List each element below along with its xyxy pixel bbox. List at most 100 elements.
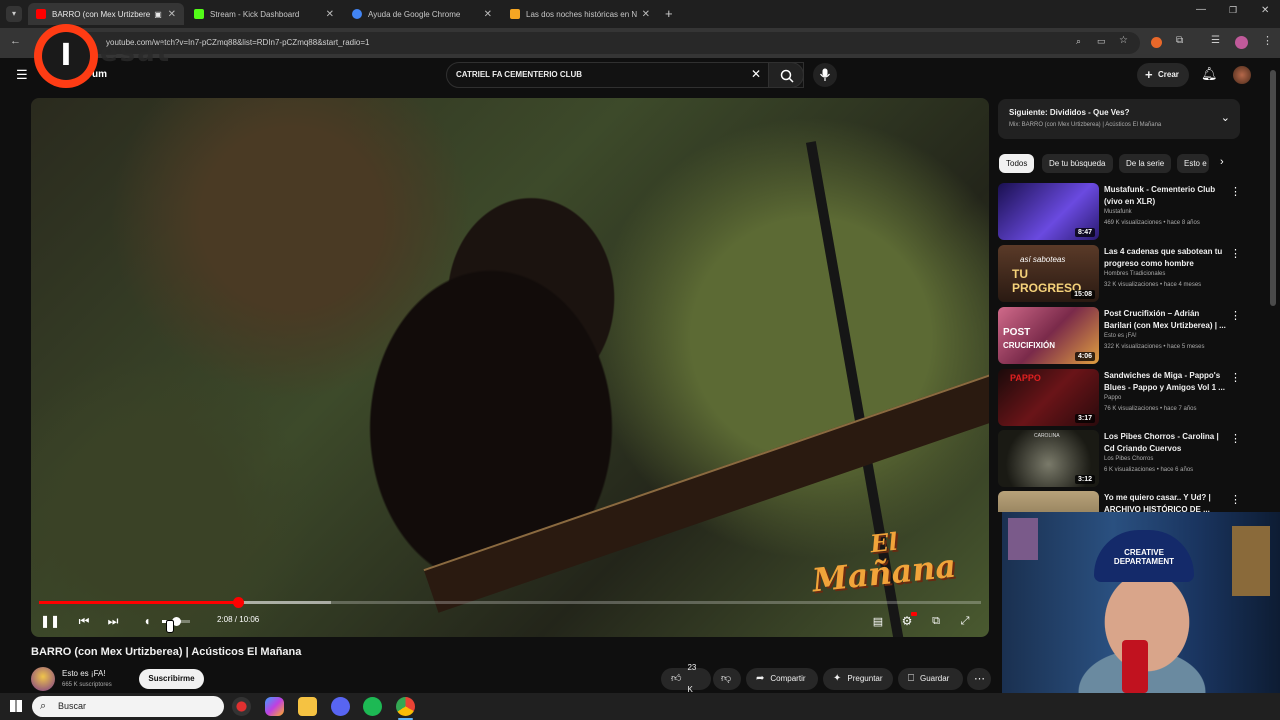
video-thumbnail[interactable]: así saboteas TU PROGRESO 15:08 [998,245,1099,302]
duration-badge: 8:47 [1074,228,1095,237]
reading-list-icon[interactable]: ☰ [1211,35,1220,46]
video-thumbnail[interactable]: POST CRUCIFIXIÓN 4:06 [998,307,1099,364]
pause-icon[interactable]: ❚❚ [40,613,60,629]
taskbar-app-media-icon[interactable] [232,697,251,716]
taskbar-chrome-icon[interactable] [396,697,415,716]
close-tab-icon[interactable]: ✕ [642,9,650,20]
more-options-icon[interactable]: ⋮ [1230,432,1241,445]
tab-youtube[interactable]: BARRO (con Mex Urtizbere ▣ ✕ [28,3,184,25]
taskbar-search-label: Buscar [58,701,87,711]
subscriber-count: 665 K suscriptores [62,682,112,688]
back-icon[interactable]: ← [10,35,21,47]
new-tab-icon[interactable]: + [665,6,673,21]
create-button[interactable]: + Crear [1137,63,1189,87]
fullscreen-icon[interactable]: ⤢ [957,613,973,629]
more-options-icon[interactable]: ⋮ [1230,309,1241,322]
tab-chrome-help[interactable]: Ayuda de Google Chrome ✕ [344,3,500,25]
cap-text-line-2: DEPARTAMENT [1113,557,1175,566]
share-label: Compartir [770,674,806,683]
subtitles-icon[interactable]: ▤ [870,613,886,629]
channel-name[interactable]: Esto es ¡FA! [62,669,106,678]
playlist-next-panel[interactable]: Siguiente: Divididos - Que Ves? Mix: BAR… [998,99,1240,139]
list-item[interactable]: así saboteas TU PROGRESO 15:08 Las 4 cad… [998,245,1243,303]
minimize-icon[interactable]: — [1196,4,1206,15]
list-item[interactable]: Yo me quiero casar.. Y Ud? | ARCHIVO HIS… [998,491,1243,512]
more-actions-button[interactable]: ⋯ [967,668,991,690]
close-window-icon[interactable]: ✕ [1261,5,1269,16]
notifications-bell-icon[interactable]: 🔔︎ [1201,66,1218,82]
video-title: BARRO (con Mex Urtizberea) | Acústicos E… [31,646,302,658]
address-bar[interactable]: youtube.com/watch?v=In7-pCZmq88&list=RDI… [60,32,1140,54]
page-scrollbar[interactable] [1270,70,1276,306]
hamburger-menu-icon[interactable]: ☰ [16,67,28,83]
extension-fox-icon[interactable] [1151,37,1162,48]
close-tab-icon[interactable]: ✕ [484,9,492,20]
browser-toolbar: ← youtube.com/watch?v=In7-pCZmq88&list=R… [0,28,1280,58]
chip-from-search[interactable]: De tu búsqueda [1042,154,1113,173]
video-player[interactable]: El Mañana ❚❚ ⏮︎ ⏭︎ ◖ 2:08 / 10:06 ▤ ⚙ ⧉ … [31,98,989,637]
list-item[interactable]: CAROLINA 3:12 Los Pibes Chorros - Caroli… [998,430,1243,488]
extensions-puzzle-icon[interactable]: ⧉ [1176,35,1183,46]
webcam-poster [1232,526,1270,596]
video-thumbnail[interactable]: 8:47 [998,183,1099,240]
windows-start-icon[interactable] [10,700,22,712]
progress-scrubber-handle[interactable] [232,597,244,608]
maximize-icon[interactable]: ❐ [1229,5,1237,16]
list-item[interactable]: 8:47 Mustafunk - Cementerio Club (vivo e… [998,183,1243,241]
save-button[interactable]: ⎕ Guardar [898,668,963,690]
taskbar-spotify-icon[interactable] [363,697,382,716]
taskbar-app-copilot-icon[interactable] [265,697,284,716]
tab-media-icon: ▣ [154,9,162,19]
chips-next-chevron-icon[interactable]: › [1220,156,1224,168]
like-button[interactable]: 👍︎ 23 K [661,663,711,694]
share-button[interactable]: ➦ Compartir [746,668,818,690]
more-options-icon[interactable]: ⋮ [1230,247,1241,260]
streamer-logo-text: esat [100,38,172,68]
dislike-button[interactable]: 👎︎ [713,668,741,690]
progress-bar[interactable] [39,597,981,608]
list-item[interactable]: PAPPO 3:17 Sandwiches de Miga - Pappo's … [998,369,1243,427]
search-button[interactable] [768,62,804,88]
video-thumbnail[interactable]: CAROLINA 3:12 [998,430,1099,487]
zoom-icon[interactable]: ⌕ [1076,36,1081,47]
mix-subtitle: Mix: BARRO (con Mex Urtizberea) | Acústi… [1009,122,1162,128]
webcam-microphone [1122,640,1148,693]
volume-icon[interactable]: ◖ [139,613,155,629]
plus-icon: + [1145,67,1153,82]
more-options-icon[interactable]: ⋮ [1230,493,1241,506]
account-avatar[interactable] [1233,66,1251,84]
kick-favicon-icon [194,9,204,19]
browser-menu-icon[interactable]: ⋮ [1262,34,1273,47]
more-options-icon[interactable]: ⋮ [1230,185,1241,198]
video-thumbnail[interactable]: PAPPO 3:17 [998,369,1099,426]
profile-avatar[interactable] [1235,36,1248,49]
bookmark-star-icon[interactable]: ☆ [1119,35,1128,46]
taskbar-file-explorer-icon[interactable] [298,697,317,716]
clear-search-icon[interactable]: ✕ [751,67,761,81]
chevron-down-icon[interactable]: ⌄ [1221,111,1230,124]
chip-channel[interactable]: Esto e [1177,154,1209,173]
cast-icon[interactable]: ▭ [1097,36,1106,47]
voice-search-button[interactable] [813,63,837,87]
chip-from-series[interactable]: De la serie [1119,154,1172,173]
miniplayer-icon[interactable]: ⧉ [928,613,944,629]
more-options-icon[interactable]: ⋮ [1230,371,1241,384]
subscribe-button[interactable]: Suscribirme [139,669,204,689]
ask-button[interactable]: ✦ Preguntar [823,668,893,690]
tab-news[interactable]: Las dos noches históricas en N ✕ [502,3,658,25]
chip-all[interactable]: Todos [999,154,1035,173]
video-title: Mustafunk - Cementerio Club (vivo en XLR… [1104,185,1216,206]
previous-icon[interactable]: ⏮︎ [76,613,92,629]
close-tab-icon[interactable]: ✕ [168,9,176,20]
tab-kick-dashboard[interactable]: Stream - Kick Dashboard ✕ [186,3,342,25]
video-title: Sandwiches de Miga - Pappo's Blues - Pap… [1104,371,1225,392]
taskbar-app-discord-icon[interactable] [331,697,350,716]
next-icon[interactable]: ⏭︎ [105,613,121,629]
close-tab-icon[interactable]: ✕ [326,9,334,20]
list-item[interactable]: POST CRUCIFIXIÓN 4:06 Post Crucifixión –… [998,307,1243,365]
video-thumbnail[interactable] [998,491,1099,512]
taskbar-search-input[interactable]: ⌕ Buscar [32,696,224,717]
thumbnail-caption: CAROLINA [1034,433,1060,439]
channel-avatar[interactable] [31,667,55,691]
tab-list-button[interactable]: ▾ [6,6,22,22]
